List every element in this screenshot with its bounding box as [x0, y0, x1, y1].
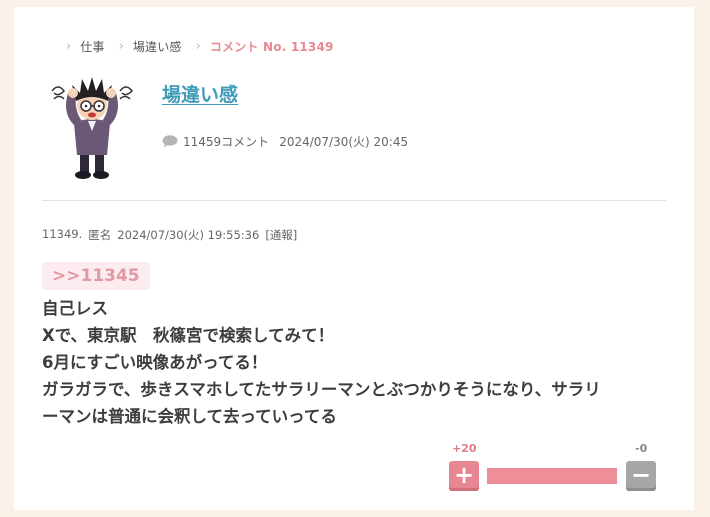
comment-date: 2024/07/30(火) 19:55:36 — [117, 228, 260, 242]
divider — [42, 200, 666, 201]
vote-ratio-fill — [487, 468, 617, 484]
comment-count: 11459コメント — [183, 135, 270, 149]
comment-line: ーマンは普通に会釈して去っていってる — [42, 407, 337, 426]
distressed-man-icon — [51, 77, 133, 179]
minus-vote-count: -0 — [635, 442, 648, 455]
upvote-button[interactable]: + — [449, 461, 479, 491]
breadcrumb-item-category[interactable]: › 仕事 — [66, 38, 105, 55]
breadcrumb-item-current: › コメント No. 11349 — [196, 38, 334, 55]
chevron-right-icon: › — [195, 38, 201, 54]
comment-line: ガラガラで、歩きスマホしてたサラリーマンとぶつかりそうになり、サラリ — [42, 380, 601, 399]
downvote-button[interactable]: − — [626, 461, 656, 491]
comment-meta: 11349. 匿名 2024/07/30(火) 19:55:36 [通報] — [42, 227, 297, 243]
thread-meta: 11459コメント 2024/07/30(火) 20:45 — [162, 133, 408, 150]
comment-author: 匿名 — [88, 228, 112, 242]
breadcrumb-label[interactable]: 仕事 — [80, 38, 104, 55]
comment-line: 6月にすごい映像あがってる！ — [42, 353, 268, 372]
plus-vote-count: +20 — [452, 442, 477, 455]
chevron-right-icon: › — [118, 38, 124, 54]
comment-line: Xで、東京駅 秋篠宮で検索してみて！ — [42, 326, 335, 345]
report-link[interactable]: [通報] — [265, 227, 297, 243]
breadcrumb-label: コメント No. 11349 — [209, 39, 334, 54]
breadcrumb: › 仕事 › 場違い感 › コメント No. 11349 — [66, 37, 334, 55]
comment-body: 自己レス Xで、東京駅 秋篠宮で検索してみて！ 6月にすごい映像あがってる！ ガ… — [42, 295, 667, 430]
thread-title-link[interactable]: 場違い感 — [162, 80, 238, 107]
breadcrumb-item-thread[interactable]: › 場違い感 — [119, 38, 182, 55]
comment-line: 自己レス — [42, 299, 108, 318]
speech-bubble-icon — [162, 135, 178, 148]
chevron-right-icon: › — [66, 38, 72, 54]
breadcrumb-label[interactable]: 場違い感 — [133, 38, 182, 55]
reply-anchor-link[interactable]: >>11345 — [42, 262, 150, 290]
vote-ratio-bar — [487, 468, 617, 484]
comment-card: › 仕事 › 場違い感 › コメント No. 11349 場違い感 11459コ… — [14, 7, 694, 510]
comment-number: 11349. — [42, 227, 83, 241]
thread-date: 2024/07/30(火) 20:45 — [279, 135, 409, 149]
